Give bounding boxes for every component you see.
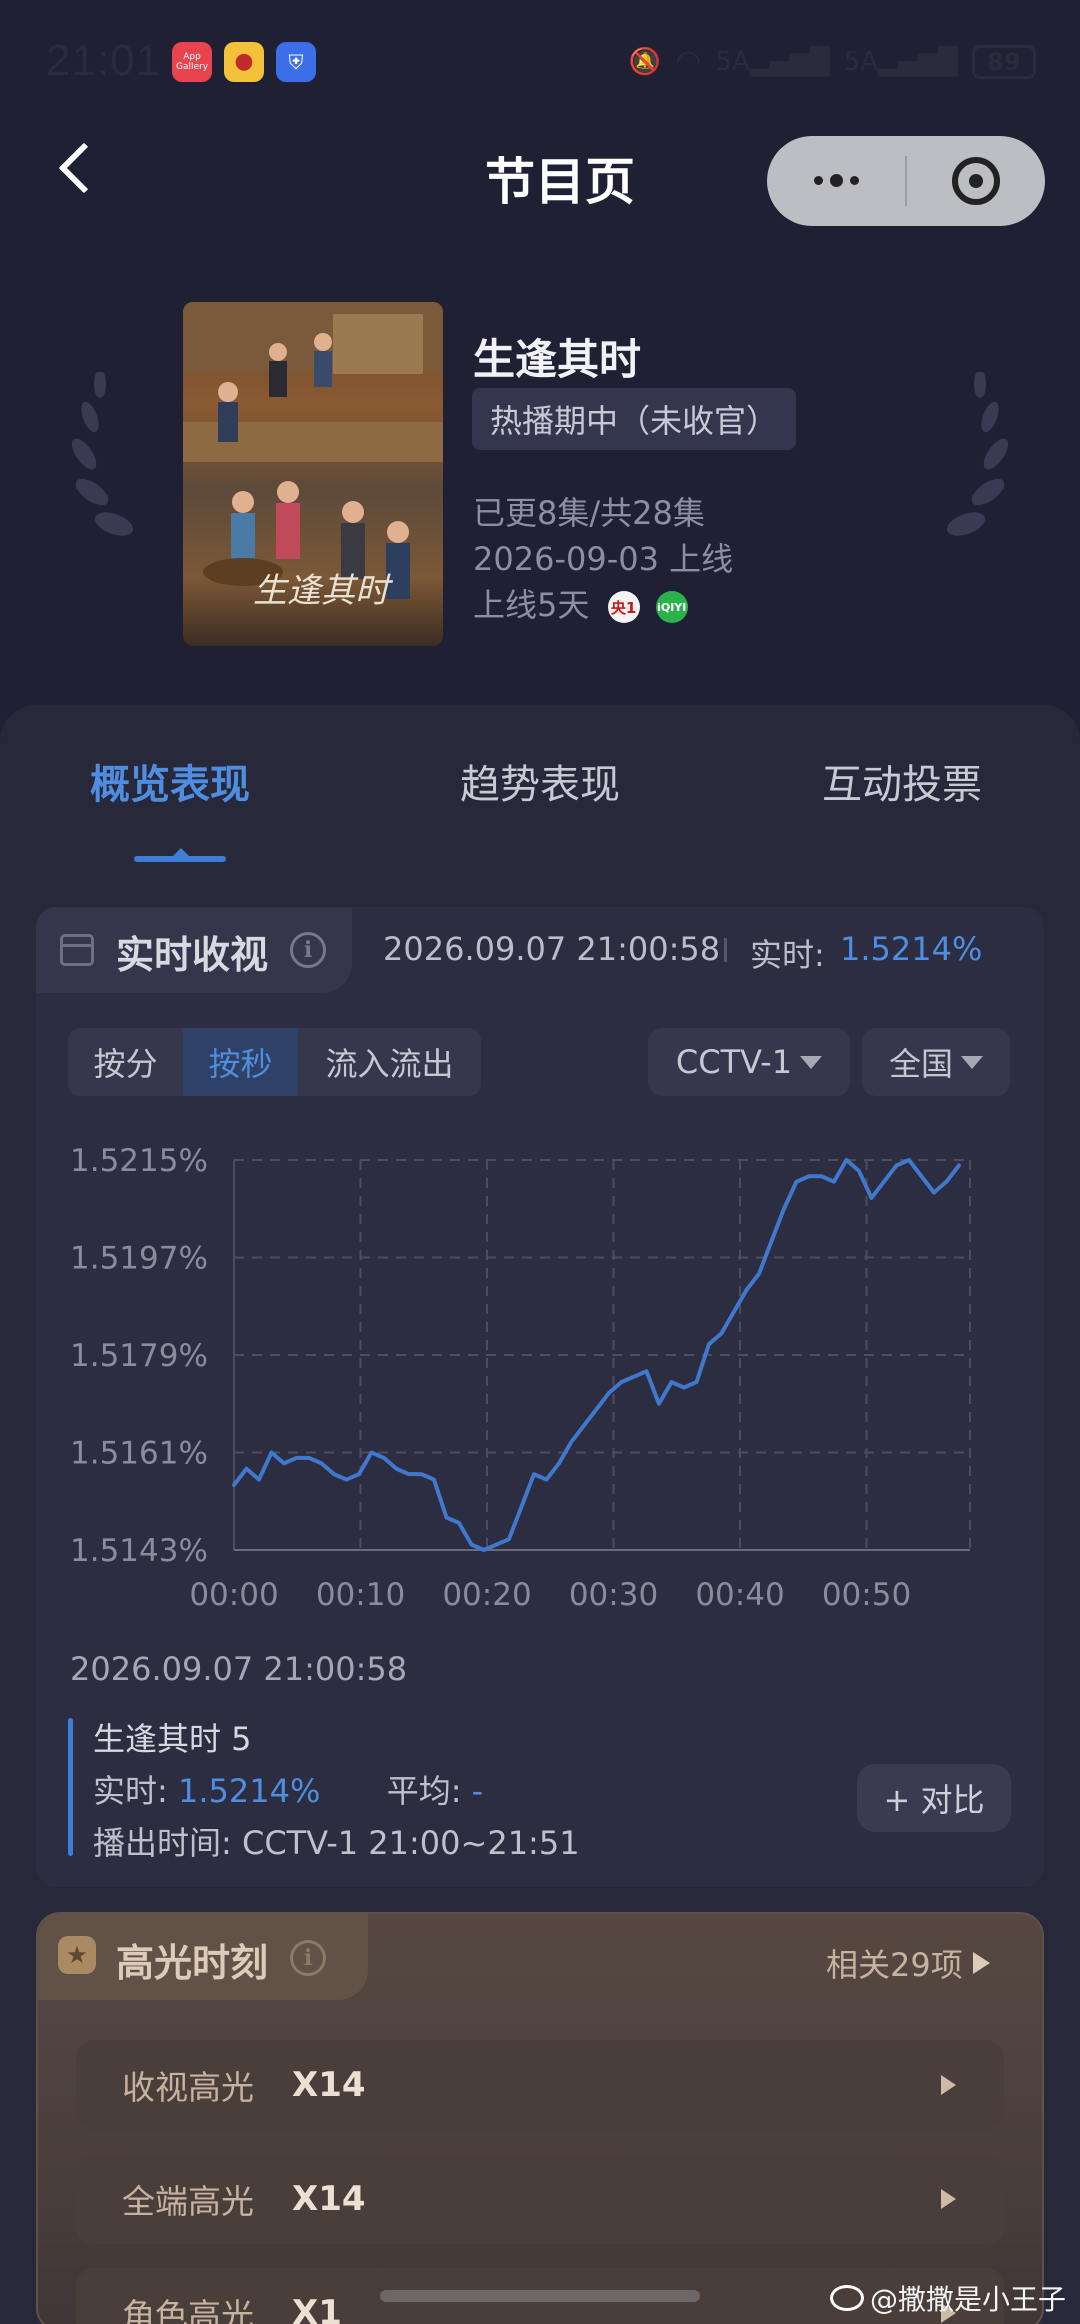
signal-icon-2: 5A▂▄▆█ (843, 46, 958, 77)
realtime-label: 实时: (93, 1772, 168, 1810)
y-tick-label: 1.5179% (70, 1338, 208, 1374)
app-gallery-icon: App Gallery (172, 42, 212, 82)
info-icon[interactable]: i (290, 932, 326, 968)
close-miniapp-icon[interactable] (907, 157, 1045, 205)
caret-down-icon (800, 1055, 823, 1069)
granularity-segment: 按分 按秒 流入流出 (68, 1028, 481, 1096)
x-tick-label: 00:00 (189, 1577, 278, 1613)
status-badge: 热播期中（未收官） (472, 388, 797, 450)
highlight-row[interactable]: 收视高光 X14 (76, 2040, 1004, 2130)
airtime: 播出时间: CCTV-1 21:00~21:51 (93, 1818, 580, 1864)
play-arrow-icon (941, 2075, 956, 2095)
tab-trend[interactable]: 趋势表现 (460, 752, 620, 810)
y-tick-label: 1.5215% (70, 1143, 208, 1179)
weibo-logo-icon (830, 2285, 864, 2311)
divider (724, 938, 727, 962)
tab-indicator (134, 856, 226, 862)
play-arrow-icon (941, 2189, 956, 2209)
svg-text:生逢其时: 生逢其时 (253, 571, 394, 611)
highlight-count: X1 (292, 2293, 342, 2324)
highlight-label: 收视高光 (122, 2068, 254, 2107)
x-tick-label: 00:40 (695, 1577, 784, 1613)
watermark-text: @撒撒是小王子 (870, 2283, 1067, 2316)
segment-by-second[interactable]: 按秒 (183, 1028, 298, 1096)
realtime-value: 1.5214% (177, 1772, 321, 1810)
highlight-label: 全端高光 (122, 2182, 254, 2221)
iqiyi-icon: iQIYI (655, 591, 688, 623)
status-indicators: 🔕 ◠ 5A▂▄▆█ 5A▂▄▆█ 89 (629, 44, 1036, 79)
highlights-more-label: 相关29项 (826, 1946, 963, 1984)
days-online-row: 上线5天 央1 iQIYI (473, 580, 688, 626)
episode-count: 已更8集/共28集 (473, 494, 705, 532)
more-icon[interactable] (767, 173, 905, 187)
mute-bell-icon: 🔕 (628, 46, 662, 77)
signal-icon: 5A▂▄▆█ (715, 46, 830, 77)
average-label: 平均: (386, 1772, 462, 1810)
star-badge-icon: ★ (58, 1936, 96, 1974)
selection-timestamp: 2026.09.07 21:00:58 (70, 1650, 408, 1688)
highlights-title: 高光时刻 (116, 1941, 269, 1985)
highlights-more-link[interactable]: 相关29项 (826, 1940, 990, 1986)
highlight-count: X14 (292, 2065, 366, 2105)
realtime-timestamp: 2026.09.07 21:00:58 (383, 930, 721, 968)
realtime-title: 实时收视 (116, 933, 269, 977)
segment-flow[interactable]: 流入流出 (298, 1028, 481, 1096)
highlight-label: 角色高光 (122, 2296, 254, 2324)
show-poster[interactable]: 生逢其时 (183, 302, 443, 646)
realtime-value: 1.5214% (840, 930, 983, 968)
weibo-icon: ● (224, 42, 264, 82)
compare-button[interactable]: + 对比 (857, 1764, 1011, 1832)
y-tick-label: 1.5197% (70, 1241, 208, 1277)
days-online: 上线5天 (473, 586, 590, 624)
x-tick-label: 00:30 (569, 1577, 658, 1613)
y-tick-label: 1.5143% (70, 1533, 208, 1569)
series-name: 生逢其时 5 (93, 1720, 252, 1758)
security-shield-icon: ⛨ (276, 42, 316, 82)
info-icon[interactable]: i (290, 1940, 326, 1976)
segment-by-minute[interactable]: 按分 (68, 1028, 183, 1096)
laurel-left-icon (71, 372, 134, 536)
airtime-value: CCTV-1 21:00~21:51 (241, 1824, 580, 1862)
battery-icon: 89 (972, 44, 1036, 79)
x-tick-label: 00:10 (316, 1577, 405, 1613)
region-value: 全国 (888, 1045, 953, 1083)
x-tick-label: 00:50 (822, 1577, 911, 1613)
miniapp-capsule (767, 136, 1045, 226)
average-value: - (471, 1772, 484, 1810)
channel-value: CCTV-1 (675, 1043, 793, 1081)
show-title: 生逢其时 (473, 335, 642, 384)
wifi-icon: ◠ (675, 44, 702, 79)
x-tick-label: 00:20 (442, 1577, 531, 1613)
tab-overview[interactable]: 概览表现 (90, 752, 250, 810)
tab-vote[interactable]: 互动投票 (822, 752, 982, 810)
channel-dropdown[interactable]: CCTV-1 (648, 1028, 850, 1096)
laurel-right-icon (946, 372, 1009, 536)
status-time: 21:01 (46, 36, 162, 85)
caret-down-icon (961, 1055, 983, 1069)
home-indicator[interactable] (380, 2290, 700, 2302)
highlight-row[interactable]: 全端高光 X14 (76, 2154, 1004, 2244)
airtime-label: 播出时间: (93, 1824, 232, 1862)
cctv1-icon: 央1 (607, 591, 640, 623)
play-arrow-icon (972, 1952, 990, 1974)
series-color-bar (68, 1718, 73, 1856)
y-tick-label: 1.5161% (70, 1436, 208, 1472)
series-values: 实时: 1.5214% 平均: - (93, 1766, 483, 1812)
premiere-date: 2026-09-03 上线 (473, 540, 734, 578)
calendar-icon (60, 934, 94, 966)
ratings-chart[interactable]: 1.5215% 1.5197% 1.5179% 1.5161% 1.5143% 00:00… (60, 1130, 1020, 1620)
highlight-count: X14 (292, 2179, 366, 2219)
watermark: @撒撒是小王子 (830, 2278, 1066, 2318)
realtime-label: 实时: (750, 936, 825, 974)
region-dropdown[interactable]: 全国 (862, 1028, 1010, 1096)
